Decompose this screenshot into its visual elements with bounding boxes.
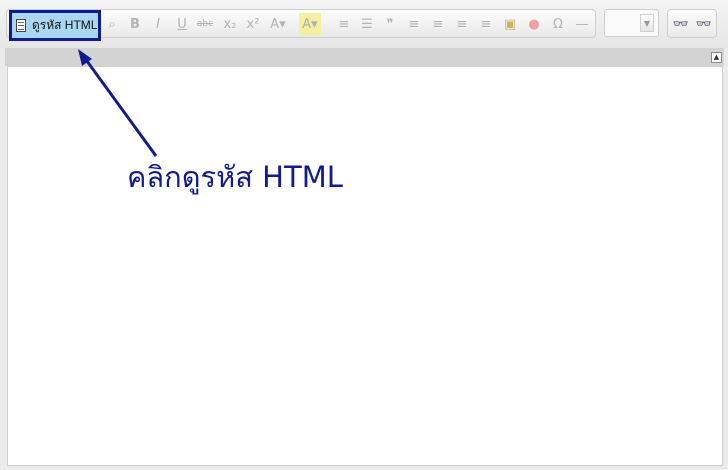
- callout-arrow: [78, 49, 158, 157]
- callout-text: คลิกดูรหัส HTML: [127, 160, 343, 194]
- arrow-shaft: [82, 56, 158, 157]
